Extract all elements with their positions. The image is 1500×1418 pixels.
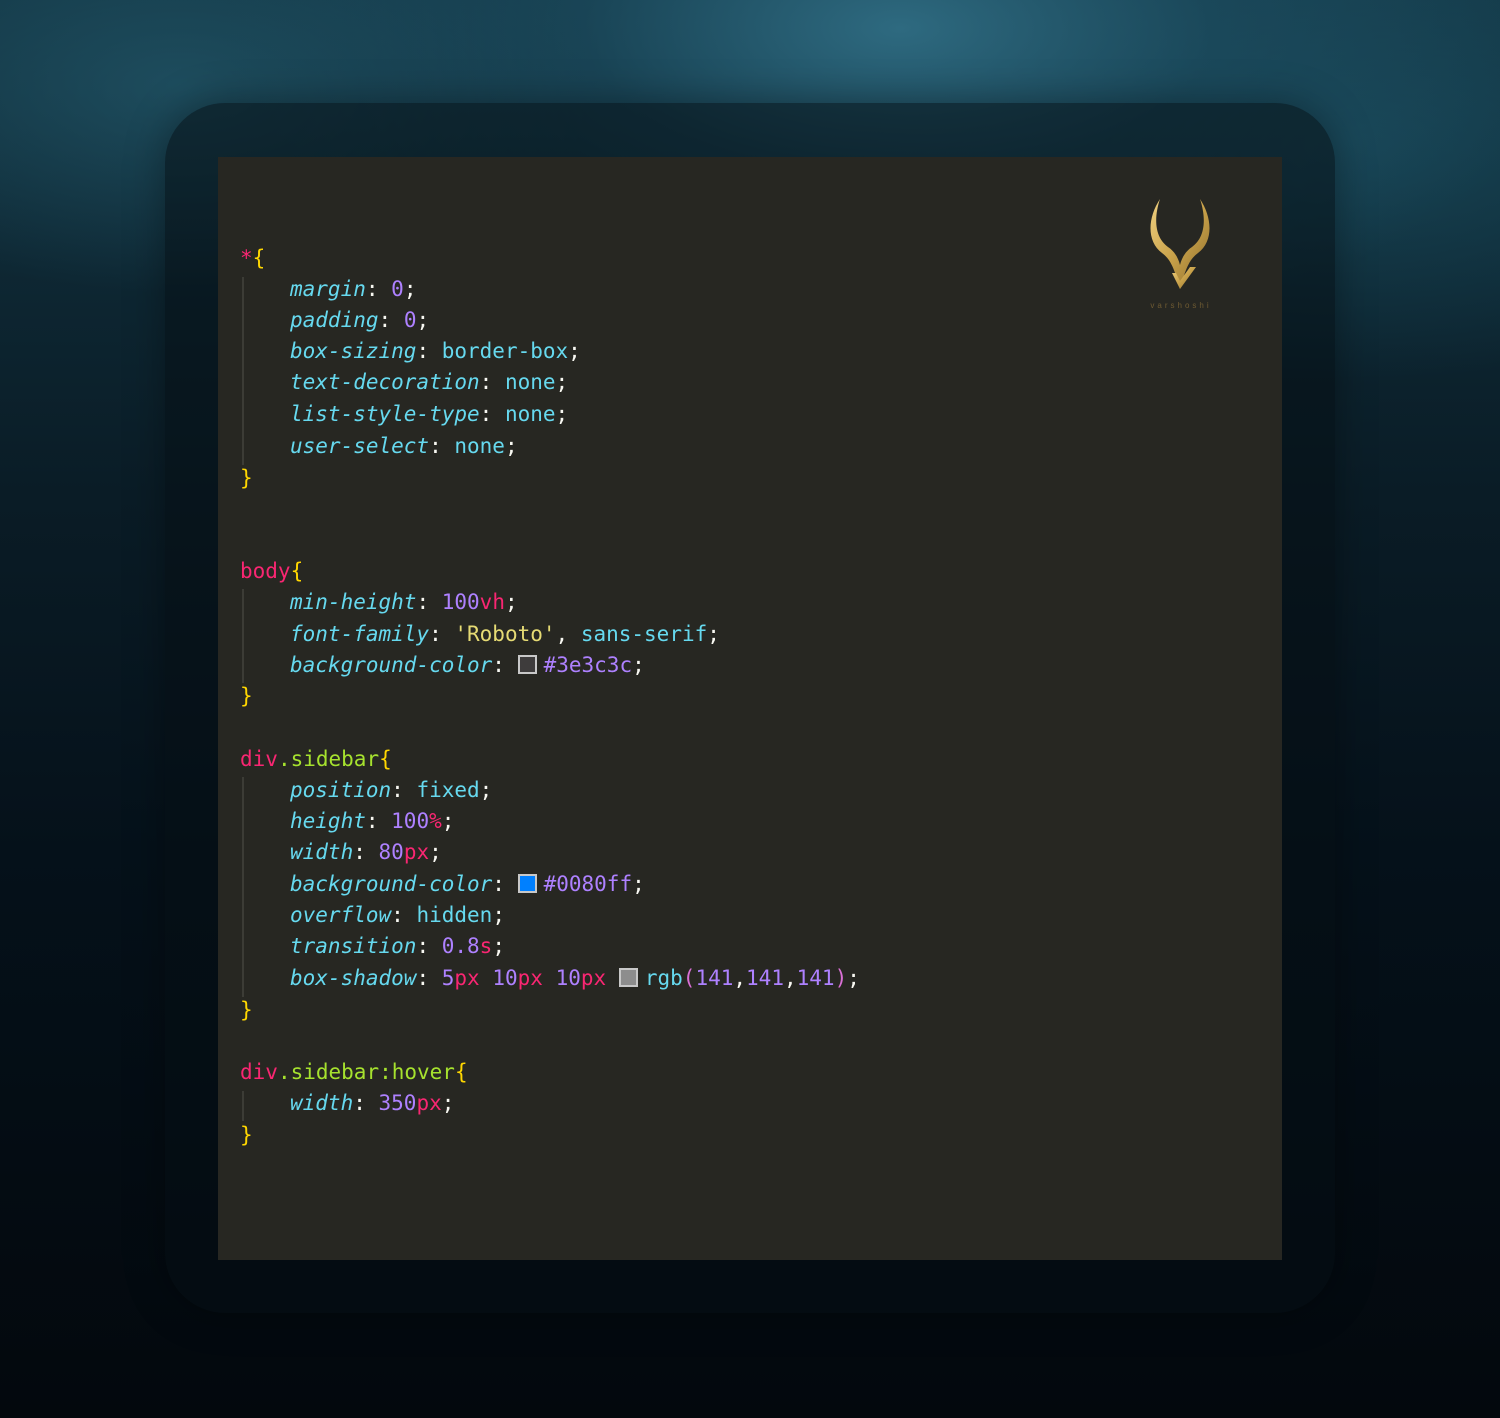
code-line: text-decoration: none; (290, 370, 569, 394)
code-line: width: 350px; (290, 1091, 455, 1115)
code-line: } (240, 1123, 253, 1147)
color-swatch[interactable] (517, 655, 537, 674)
code-line: background-color: #0080ff; (290, 872, 645, 896)
code-line: list-style-type: none; (290, 402, 569, 426)
code-line: *{ (240, 246, 266, 270)
code-editor: varshoshi *{ margin: 0; padding: 0; box-… (218, 157, 1282, 1260)
brand-logo: varshoshi (1136, 193, 1226, 313)
brand-logo-text: varshoshi (1150, 301, 1212, 310)
code-line: } (240, 466, 253, 490)
code-line: margin: 0; (290, 277, 417, 301)
code-line: min-height: 100vh; (290, 590, 518, 614)
code-line: overflow: hidden; (290, 903, 505, 927)
code-line: height: 100%; (290, 809, 455, 833)
code-line: transition: 0.8s; (290, 934, 505, 958)
code-line: background-color: #3e3c3c; (290, 653, 645, 677)
code-line: box-sizing: border-box; (290, 339, 581, 363)
color-swatch[interactable] (618, 968, 638, 987)
code-line: } (240, 684, 253, 708)
code-line: div.sidebar:hover{ (240, 1060, 468, 1084)
code-line: padding: 0; (290, 308, 430, 332)
code-line: div.sidebar{ (240, 747, 392, 771)
code-line: position: fixed; (290, 778, 493, 802)
code-line: box-shadow: 5px 10px 10px rgb(141,141,14… (290, 966, 860, 990)
horns-logo-icon (1150, 199, 1210, 289)
code-line: width: 80px; (290, 840, 442, 864)
code-line: font-family: 'Roboto', sans-serif; (290, 622, 720, 646)
code-line: body{ (240, 559, 304, 583)
code-line: user-select: none; (290, 434, 518, 458)
code-line: } (240, 998, 253, 1022)
color-swatch[interactable] (517, 874, 537, 893)
